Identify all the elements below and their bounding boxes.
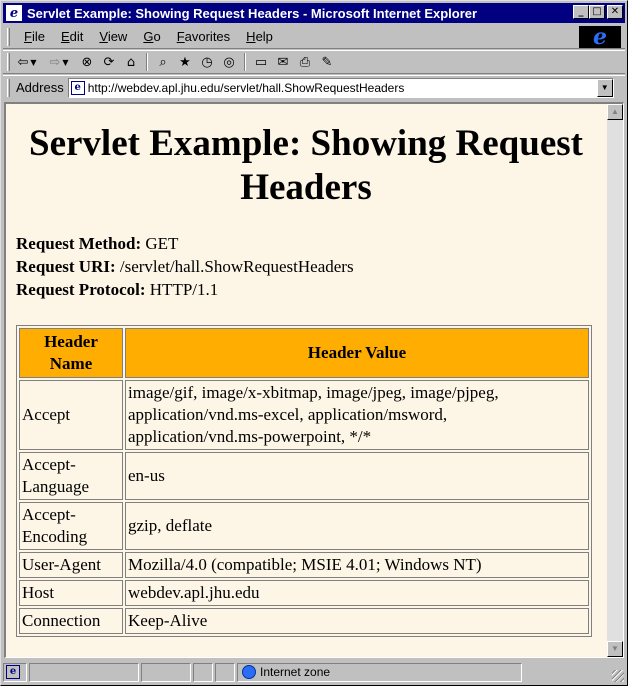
print-icon[interactable]: ⎙ — [294, 52, 316, 72]
back-arrow-icon[interactable]: ⇦ ▼ — [16, 52, 38, 72]
header-name-cell: Host — [19, 580, 123, 606]
stop-icon[interactable]: ⊗ — [76, 52, 98, 72]
table-header-row: Header Name Header Value — [19, 328, 589, 378]
address-label: Address — [16, 80, 64, 95]
status-page-pane: e — [3, 662, 27, 682]
status-bar: e Internet zone — [3, 661, 625, 683]
page-icon: e — [70, 80, 85, 95]
scroll-up-button[interactable]: ▲ — [607, 104, 623, 120]
forward-arrow-icon[interactable]: ⇨ ▼ — [48, 52, 70, 72]
request-method-value: GET — [145, 234, 179, 253]
header-name-cell: Accept-Language — [19, 452, 123, 500]
table-row: Accept-Language en-us — [19, 452, 589, 500]
maximize-button[interactable]: □ — [589, 5, 605, 19]
favorites-icon[interactable]: ★ — [174, 52, 196, 72]
page-icon: e — [6, 665, 20, 679]
toolbar-separator — [146, 53, 148, 71]
toolbar-grip[interactable] — [7, 53, 10, 71]
header-name-cell: Accept — [19, 380, 123, 450]
menu-help[interactable]: Help — [238, 29, 281, 44]
table-row: User-Agent Mozilla/4.0 (compatible; MSIE… — [19, 552, 589, 578]
history-icon[interactable]: ◷ — [196, 52, 218, 72]
menu-favorites[interactable]: Favorites — [169, 29, 238, 44]
header-name-cell: User-Agent — [19, 552, 123, 578]
page-heading: Servlet Example: Showing Request Headers — [29, 123, 583, 208]
channels-icon[interactable]: ◎ — [218, 52, 240, 72]
headers-table: Header Name Header Value Accept image/gi… — [16, 325, 592, 637]
ie-logo-icon: e — [579, 24, 621, 50]
request-protocol-line: Request Protocol: HTTP/1.1 — [16, 278, 596, 301]
resize-grip[interactable] — [612, 670, 624, 682]
scroll-down-button[interactable]: ▼ — [607, 641, 623, 657]
address-bar: Address e http://webdev.apl.jhu.edu/serv… — [3, 75, 625, 99]
window-controls: _ □ ✕ — [573, 5, 623, 19]
menu-file[interactable]: File — [16, 29, 53, 44]
refresh-icon[interactable]: ⟳ — [98, 52, 120, 72]
table-row: Accept image/gif, image/x-xbitmap, image… — [19, 380, 589, 450]
window-title: Servlet Example: Showing Request Headers… — [27, 5, 478, 21]
request-uri-line: Request URI: /servlet/hall.ShowRequestHe… — [16, 255, 596, 278]
status-zone-pane: Internet zone — [237, 662, 522, 682]
menu-go[interactable]: Go — [135, 29, 168, 44]
header-value-cell: image/gif, image/x-xbitmap, image/jpeg, … — [125, 380, 589, 450]
mail-icon[interactable]: ✉ — [272, 52, 294, 72]
request-protocol-value: HTTP/1.1 — [149, 280, 219, 299]
status-security-pane — [215, 662, 235, 682]
browser-window: e Servlet Example: Showing Request Heade… — [0, 0, 628, 686]
title-bar[interactable]: e Servlet Example: Showing Request Heade… — [3, 3, 625, 23]
fullscreen-icon[interactable]: ▭ — [250, 52, 272, 72]
ie-page-icon[interactable]: e — [6, 5, 22, 21]
close-button[interactable]: ✕ — [607, 5, 623, 19]
address-input[interactable]: e http://webdev.apl.jhu.edu/servlet/hall… — [67, 77, 614, 98]
status-offline-pane — [193, 662, 213, 682]
address-url[interactable]: http://webdev.apl.jhu.edu/servlet/hall.S… — [88, 81, 405, 95]
zone-label: Internet zone — [260, 665, 331, 679]
column-header-name: Header Name — [19, 328, 123, 378]
menu-bar: File Edit View Go Favorites Help e — [3, 24, 625, 50]
table-row: Connection Keep-Alive — [19, 608, 589, 634]
table-row: Host webdev.apl.jhu.edu — [19, 580, 589, 606]
address-dropdown-button[interactable]: ▼ — [596, 78, 613, 97]
page-content: Servlet Example: Showing Request Headers… — [6, 104, 606, 657]
status-text-pane — [29, 662, 139, 682]
minimize-button[interactable]: _ — [573, 5, 589, 19]
menu-view[interactable]: View — [91, 29, 135, 44]
request-method-label: Request Method: — [16, 234, 142, 253]
header-value-cell: en-us — [125, 452, 589, 500]
request-method-line: Request Method: GET — [16, 232, 596, 255]
column-header-value: Header Value — [125, 328, 589, 378]
header-name-cell: Connection — [19, 608, 123, 634]
vertical-scrollbar[interactable]: ▲ ▼ — [607, 104, 623, 657]
search-icon[interactable]: ⌕ — [152, 52, 174, 72]
request-uri-label: Request URI: — [16, 257, 116, 276]
page-viewport: Servlet Example: Showing Request Headers… — [4, 102, 624, 658]
header-value-cell: Mozilla/4.0 (compatible; MSIE 4.01; Wind… — [125, 552, 589, 578]
edit-icon[interactable]: ✎ — [316, 52, 338, 72]
menu-edit[interactable]: Edit — [53, 29, 91, 44]
header-value-cell: webdev.apl.jhu.edu — [125, 580, 589, 606]
globe-icon — [242, 665, 256, 679]
home-icon[interactable]: ⌂ — [120, 52, 142, 72]
menubar-grip[interactable] — [7, 27, 10, 46]
toolbar: ⇦ ▼ ⇨ ▼ ⊗ ⟳ ⌂ ⌕ ★ ◷ ◎ ▭ ✉ ⎙ ✎ — [3, 50, 625, 74]
request-protocol-label: Request Protocol: — [16, 280, 146, 299]
toolbar-separator — [244, 53, 246, 71]
request-uri-value: /servlet/hall.ShowRequestHeaders — [119, 257, 354, 276]
header-name-cell: Accept-Encoding — [19, 502, 123, 550]
status-progress-pane — [141, 662, 191, 682]
table-row: Accept-Encoding gzip, deflate — [19, 502, 589, 550]
header-value-cell: gzip, deflate — [125, 502, 589, 550]
header-value-cell: Keep-Alive — [125, 608, 589, 634]
addressbar-grip[interactable] — [7, 78, 10, 97]
